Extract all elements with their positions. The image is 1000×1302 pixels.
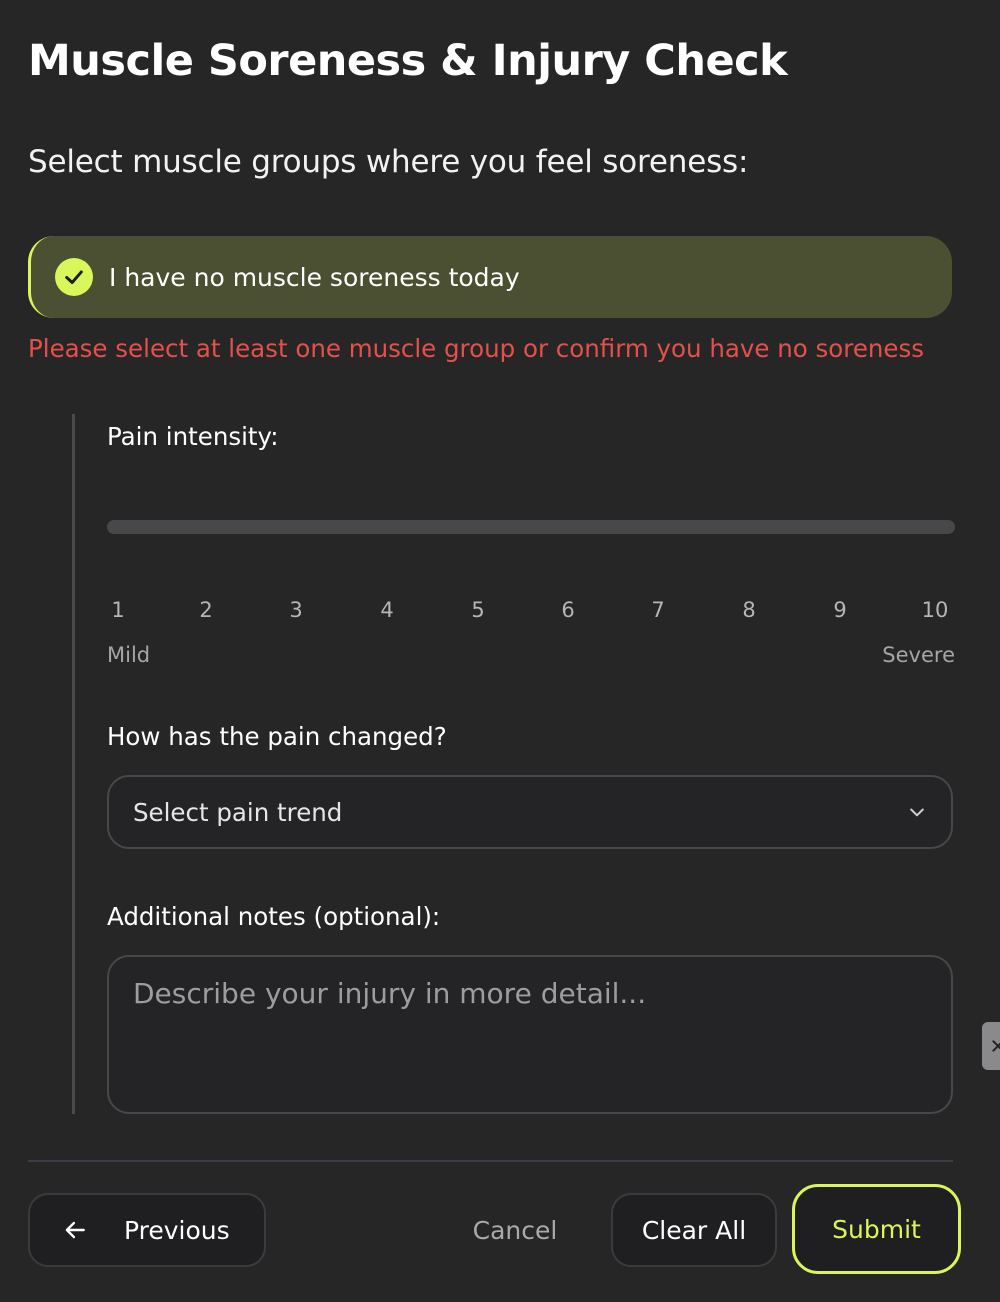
scale-tick-7: 7 (651, 598, 665, 622)
scale-tick-6: 6 (561, 598, 575, 622)
notes-label: Additional notes (optional): (107, 902, 441, 931)
pain-trend-select[interactable]: Select pain trend (107, 775, 953, 849)
scale-min-label: Mild (107, 643, 151, 667)
pain-intensity-slider[interactable] (107, 520, 955, 534)
page-title: Muscle Soreness & Injury Check (28, 36, 788, 86)
scale-tick-10: 10 (921, 598, 949, 622)
scale-tick-9: 9 (833, 598, 847, 622)
no-soreness-label: I have no muscle soreness today (109, 262, 520, 292)
validation-error: Please select at least one muscle group … (28, 334, 925, 363)
pain-scale-numbers: 1 2 3 4 5 6 7 8 9 10 (107, 598, 955, 628)
side-panel-handle[interactable] (982, 1022, 1000, 1070)
notes-textarea[interactable] (133, 977, 927, 1092)
footer-divider (28, 1160, 953, 1162)
pain-scale-ends: Mild Severe (107, 643, 955, 667)
scale-tick-2: 2 (199, 598, 213, 622)
scale-max-label: Severe (882, 643, 955, 667)
clear-all-button[interactable]: Clear All (611, 1193, 777, 1267)
scale-tick-4: 4 (380, 598, 394, 622)
submit-button[interactable]: Submit (792, 1184, 961, 1274)
scale-tick-5: 5 (471, 598, 485, 622)
scale-tick-1: 1 (111, 598, 125, 622)
pain-trend-label: How has the pain changed? (107, 722, 447, 751)
previous-button[interactable]: Previous (28, 1193, 266, 1267)
pain-intensity-label: Pain intensity: (107, 422, 279, 451)
injury-details-section: Pain intensity: 1 2 3 4 5 6 7 8 9 10 Mil… (72, 414, 955, 1114)
arrow-left-icon (62, 1217, 88, 1243)
notes-field-wrapper (107, 955, 953, 1114)
close-icon (990, 1038, 1000, 1054)
previous-button-label: Previous (124, 1215, 230, 1245)
chevron-down-icon (907, 802, 927, 822)
no-soreness-option[interactable]: I have no muscle soreness today (28, 236, 952, 318)
cancel-button[interactable]: Cancel (448, 1193, 582, 1267)
muscle-selection-prompt: Select muscle groups where you feel sore… (28, 144, 749, 180)
scale-tick-3: 3 (289, 598, 303, 622)
check-circle-icon (55, 258, 93, 296)
pain-trend-value: Select pain trend (133, 797, 343, 827)
soreness-check-panel: Muscle Soreness & Injury Check Select mu… (0, 0, 1000, 1302)
scale-tick-8: 8 (742, 598, 756, 622)
